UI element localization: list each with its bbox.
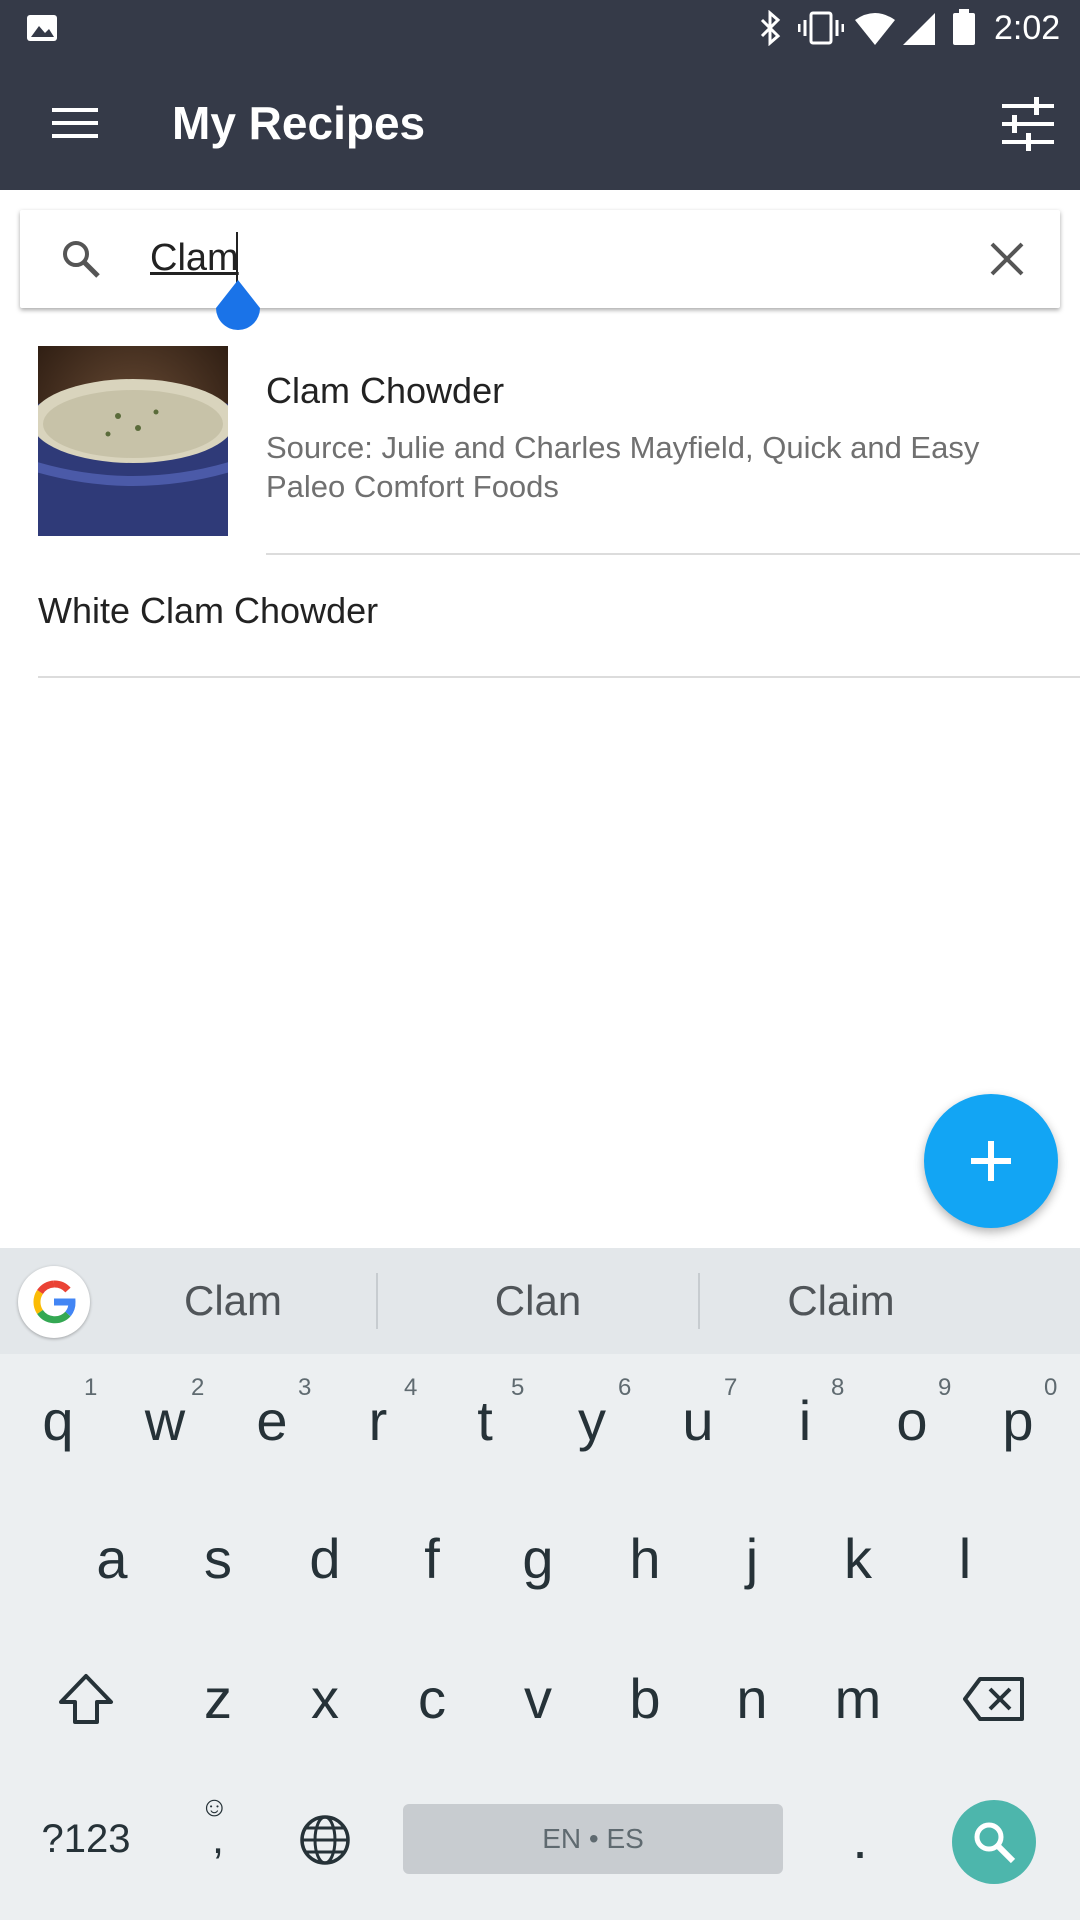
bluetooth-icon [760, 10, 781, 46]
key-h[interactable]: h [597, 1504, 693, 1614]
key-hint: 1 [84, 1374, 98, 1401]
key-x[interactable]: x [277, 1644, 373, 1754]
search-icon [63, 241, 100, 278]
google-button[interactable] [18, 1266, 90, 1338]
divider [376, 1273, 378, 1329]
divider [266, 553, 1080, 555]
recipe-title: White Clam Chowder [38, 590, 379, 631]
search-action-key[interactable] [952, 1800, 1036, 1884]
vibrate-icon [798, 11, 844, 45]
key-hint: 6 [618, 1374, 632, 1401]
plus-icon [971, 1141, 1011, 1181]
suggestion-bar: Clam Clan Claim [0, 1248, 1080, 1354]
key-f[interactable]: f [384, 1504, 480, 1614]
symbols-key[interactable]: ?123 [26, 1784, 146, 1894]
key-hint: 3 [298, 1374, 312, 1401]
backspace-key[interactable] [946, 1644, 1042, 1754]
key-hint: 5 [511, 1374, 525, 1401]
key-m[interactable]: m [810, 1644, 906, 1754]
list-item[interactable]: Clam Chowder Source: Julie and Charles M… [0, 340, 1080, 556]
key-hint: 8 [831, 1374, 845, 1401]
menu-icon[interactable] [52, 104, 98, 142]
app-bar: My Recipes [0, 56, 1080, 190]
key-hint: 0 [1044, 1374, 1058, 1401]
key-d[interactable]: d [277, 1504, 373, 1614]
key-c[interactable]: c [384, 1644, 480, 1754]
list-item[interactable]: White Clam Chowder [0, 556, 1080, 676]
cursor-handle[interactable] [212, 278, 264, 338]
suggestion-item[interactable]: Clam [118, 1248, 348, 1354]
recipe-source: Source: Julie and Charles Mayfield, Quic… [266, 430, 980, 504]
divider [698, 1273, 700, 1329]
key-b[interactable]: b [597, 1644, 693, 1754]
key-a[interactable]: a [64, 1504, 160, 1614]
language-key[interactable] [277, 1784, 373, 1894]
keyboard: Clam Clan Claim q w e r t y u i o p 1 2 … [0, 1248, 1080, 1920]
search-icon [974, 1822, 1016, 1864]
add-recipe-button[interactable] [924, 1094, 1058, 1228]
search-bar [20, 210, 1060, 308]
key-j[interactable]: j [704, 1504, 800, 1614]
suggestion-item[interactable]: Clan [420, 1248, 656, 1354]
cell-signal-icon [903, 13, 935, 45]
emoji-comma-key[interactable]: ☺ , [170, 1784, 266, 1894]
period-key[interactable]: . [812, 1784, 908, 1894]
key-s[interactable]: s [170, 1504, 266, 1614]
recipe-title: Clam Chowder [266, 370, 505, 411]
key-g[interactable]: g [490, 1504, 586, 1614]
key-hint: 7 [724, 1374, 738, 1401]
tune-icon[interactable] [1000, 96, 1056, 152]
key-l[interactable]: l [917, 1504, 1013, 1614]
search-input[interactable] [150, 228, 950, 288]
key-hint: 2 [191, 1374, 205, 1401]
recipe-thumbnail [38, 346, 228, 536]
globe-icon [300, 1815, 350, 1865]
wifi-icon [855, 13, 895, 45]
key-hint: 4 [404, 1374, 418, 1401]
divider [38, 676, 1080, 678]
key-hint: 9 [938, 1374, 952, 1401]
emoji-icon: ☺ [200, 1791, 229, 1822]
key-z[interactable]: z [170, 1644, 266, 1754]
suggestion-item[interactable]: Claim [726, 1248, 956, 1354]
battery-icon [953, 9, 975, 45]
key-k[interactable]: k [810, 1504, 906, 1614]
clear-icon[interactable] [988, 240, 1026, 278]
space-key[interactable]: EN • ES [403, 1804, 783, 1874]
status-time: 2:02 [994, 9, 1061, 47]
google-icon [33, 1280, 76, 1324]
key-n[interactable]: n [704, 1644, 800, 1754]
page-title: My Recipes [172, 97, 426, 149]
status-bar: 2:02 [0, 0, 1080, 56]
backspace-icon [963, 1677, 1024, 1721]
key-v[interactable]: v [490, 1644, 586, 1754]
shift-key[interactable] [38, 1644, 134, 1754]
shift-icon [59, 1674, 113, 1724]
image-icon [27, 15, 57, 41]
microphone-icon[interactable] [1012, 1280, 1056, 1332]
